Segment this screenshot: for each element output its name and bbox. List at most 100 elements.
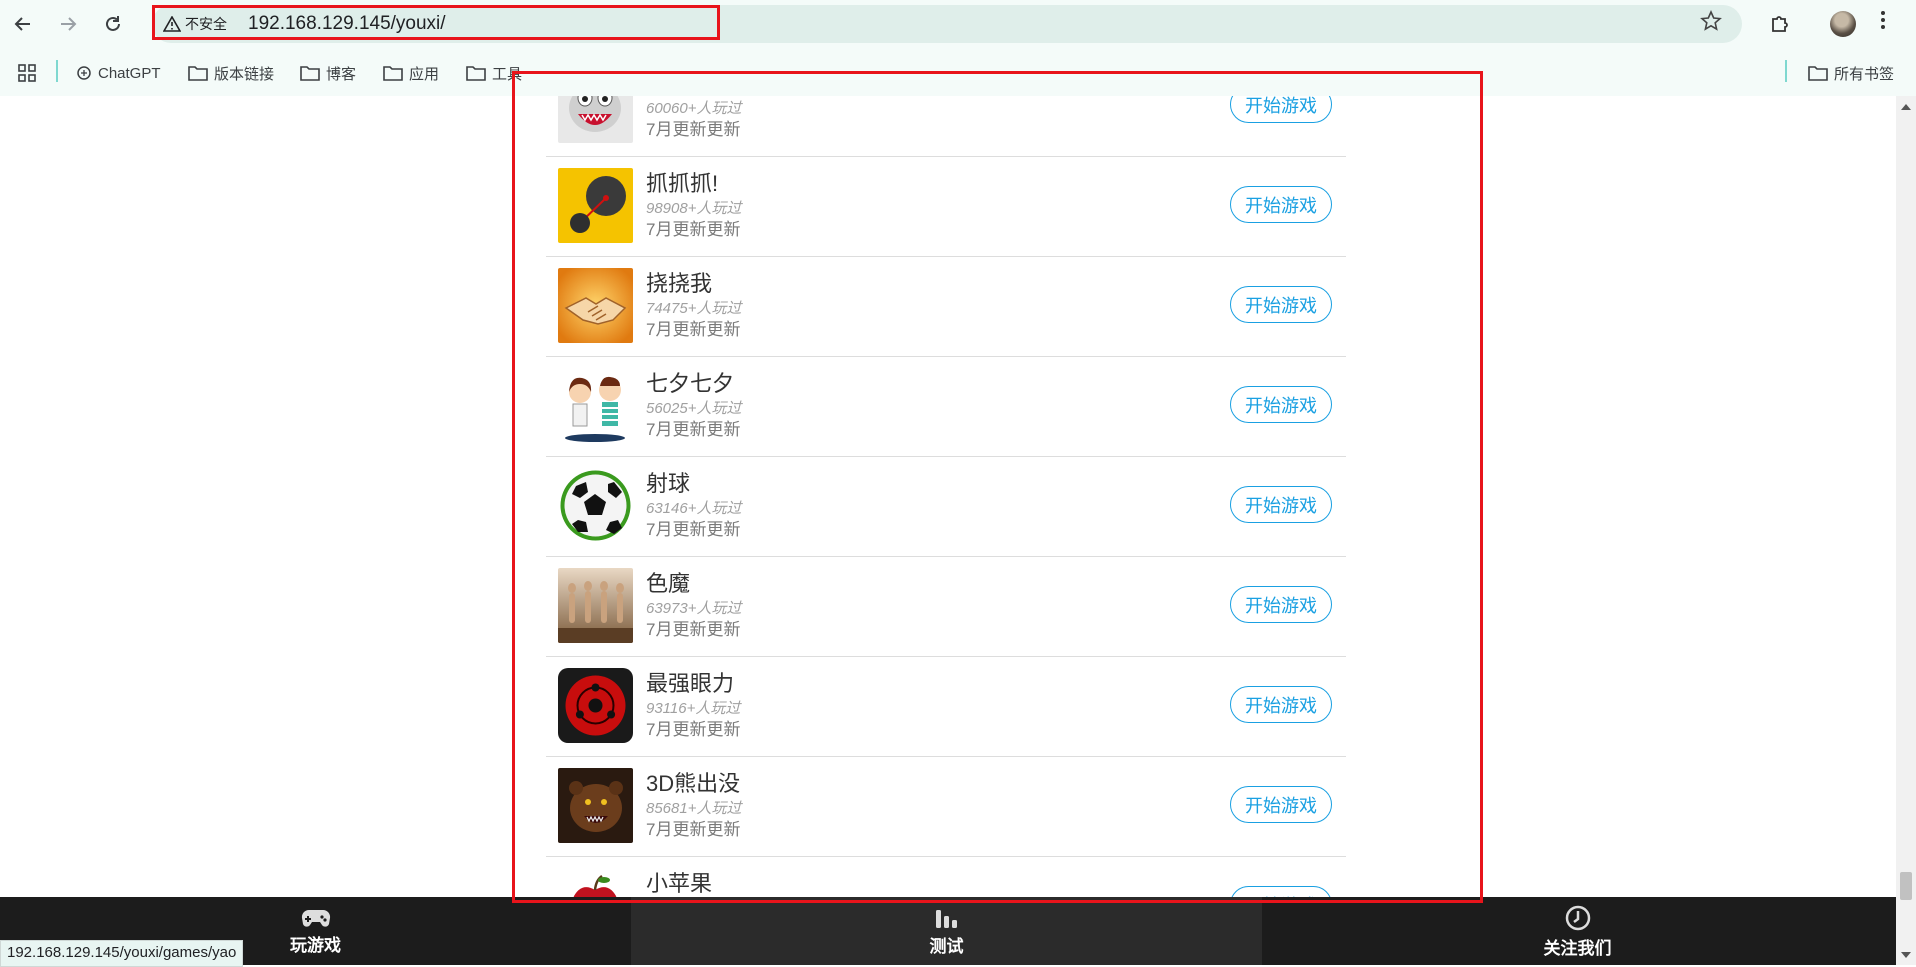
sharingan-eye-icon — [558, 668, 633, 743]
star-icon — [1700, 10, 1722, 31]
game-update-note: 7月更新更新 — [646, 120, 741, 139]
bookmark-folder-apps[interactable]: 应用 — [383, 62, 439, 84]
game-row[interactable]: 射球 63146+人玩过 7月更新更新 开始游戏 — [546, 456, 1346, 557]
scroll-up-arrow-icon[interactable] — [1901, 104, 1911, 110]
url-highlight-box — [152, 5, 720, 40]
game-title: 最强眼力 — [646, 671, 735, 696]
game-thumbnail[interactable] — [558, 868, 633, 897]
arrow-right-icon — [61, 17, 77, 31]
folder-icon — [300, 66, 320, 81]
game-title: 抓抓抓! — [646, 171, 719, 196]
game-update-note: 7月更新更新 — [646, 720, 741, 739]
handshake-icon — [558, 268, 633, 343]
game-row[interactable]: 挠挠我 74475+人玩过 7月更新更新 开始游戏 — [546, 256, 1346, 357]
apple-icon — [558, 868, 633, 897]
start-game-button[interactable]: 开始游戏 — [1230, 586, 1332, 623]
tab-follow-us[interactable]: 关注我们 — [1262, 897, 1893, 965]
status-bar-url: 192.168.129.145/youxi/games/yao — [0, 940, 244, 967]
reload-button[interactable] — [99, 10, 127, 38]
start-game-button[interactable]: 开始游戏 — [1230, 886, 1332, 897]
tab-label: 关注我们 — [1543, 938, 1612, 958]
back-button[interactable] — [9, 10, 37, 38]
bookmark-chatgpt[interactable]: ChatGPT — [76, 62, 161, 84]
game-update-note: 7月更新更新 — [646, 520, 741, 539]
scroll-down-arrow-icon[interactable] — [1901, 952, 1911, 958]
start-game-button[interactable]: 开始游戏 — [1230, 286, 1332, 323]
game-list: 60060+人玩过 7月更新更新 开始游戏 抓抓抓! 98908+人玩过 7月更… — [546, 96, 1346, 897]
game-play-count: 56025+人玩过 — [646, 400, 742, 417]
folder-icon — [1808, 66, 1828, 81]
bookmark-label: 版本链接 — [214, 65, 275, 83]
start-game-button[interactable]: 开始游戏 — [1230, 686, 1332, 723]
profile-avatar[interactable] — [1830, 11, 1856, 37]
browser-toolbar: 不安全 192.168.129.145/youxi/ — [0, 0, 1916, 48]
game-play-count: 74475+人玩过 — [646, 300, 742, 317]
bookmark-label: 应用 — [409, 65, 440, 83]
game-row[interactable]: 小苹果 开始游戏 — [546, 856, 1346, 897]
start-game-button[interactable]: 开始游戏 — [1230, 96, 1332, 123]
apps-grid-icon — [18, 64, 36, 82]
start-game-button[interactable]: 开始游戏 — [1230, 386, 1332, 423]
bookmark-star-button[interactable] — [1700, 10, 1722, 38]
game-thumbnail[interactable] — [558, 96, 633, 143]
browser-menu-button[interactable] — [1880, 9, 1886, 37]
start-game-button[interactable]: 开始游戏 — [1230, 786, 1332, 823]
bookmark-label: ChatGPT — [98, 64, 161, 82]
game-thumbnail[interactable] — [558, 268, 633, 343]
game-play-count: 98908+人玩过 — [646, 200, 742, 217]
game-row[interactable]: 七夕七夕 56025+人玩过 7月更新更新 开始游戏 — [546, 356, 1346, 457]
game-thumbnail[interactable] — [558, 368, 633, 443]
gamepad-icon — [301, 909, 330, 927]
game-row[interactable]: 色魔 63973+人玩过 7月更新更新 开始游戏 — [546, 556, 1346, 657]
game-thumbnail[interactable] — [558, 468, 633, 543]
bookmark-folder-blog[interactable]: 博客 — [300, 62, 356, 84]
reload-icon — [106, 16, 120, 31]
bear-icon — [558, 768, 633, 843]
start-game-button[interactable]: 开始游戏 — [1230, 486, 1332, 523]
game-thumbnail[interactable] — [558, 768, 633, 843]
game-row[interactable]: 60060+人玩过 7月更新更新 开始游戏 — [546, 96, 1346, 157]
bookmarks-bar: ChatGPT 版本链接 博客 应用 工具 所有书签 — [0, 48, 1916, 96]
game-play-count: 63973+人玩过 — [646, 600, 742, 617]
extensions-button[interactable] — [1766, 10, 1794, 38]
all-bookmarks-button[interactable]: 所有书签 — [1808, 62, 1894, 84]
bookmark-label: 工具 — [492, 65, 523, 83]
bookmark-label: 博客 — [326, 65, 357, 83]
forward-button[interactable] — [54, 10, 82, 38]
folder-icon — [383, 66, 403, 81]
game-title: 七夕七夕 — [646, 371, 735, 396]
bottom-tab-bar: 玩游戏 测试 关注我们 — [0, 897, 1896, 965]
bookmark-separator — [56, 60, 58, 82]
game-title: 3D熊出没 — [646, 771, 741, 796]
bookmark-folder-versions[interactable]: 版本链接 — [188, 62, 274, 84]
apps-button[interactable] — [18, 62, 36, 84]
bookmark-separator — [1785, 60, 1787, 82]
game-title: 小苹果 — [646, 871, 713, 896]
game-row[interactable]: 抓抓抓! 98908+人玩过 7月更新更新 开始游戏 — [546, 156, 1346, 257]
game-thumbnail[interactable] — [558, 668, 633, 743]
game-thumbnail[interactable] — [558, 568, 633, 643]
arrow-left-icon — [14, 17, 30, 31]
game-play-count: 63146+人玩过 — [646, 500, 742, 517]
game-row[interactable]: 最强眼力 93116+人玩过 7月更新更新 开始游戏 — [546, 656, 1346, 757]
game-update-note: 7月更新更新 — [646, 820, 741, 839]
game-title: 色魔 — [646, 571, 691, 596]
grab-icon — [558, 168, 633, 243]
game-play-count: 60060+人玩过 — [646, 100, 742, 117]
start-game-button[interactable]: 开始游戏 — [1230, 186, 1332, 223]
tab-test[interactable]: 测试 — [631, 897, 1262, 965]
bookmark-folder-tools[interactable]: 工具 — [466, 62, 522, 84]
soccer-ball-icon — [558, 468, 633, 543]
scrollbar-thumb[interactable] — [1900, 872, 1912, 900]
game-title: 射球 — [646, 471, 691, 496]
game-title: 挠挠我 — [646, 271, 713, 296]
game-update-note: 7月更新更新 — [646, 620, 741, 639]
game-update-note: 7月更新更新 — [646, 420, 741, 439]
all-bookmarks-label: 所有书签 — [1834, 65, 1895, 83]
game-update-note: 7月更新更新 — [646, 320, 741, 339]
page-scrollbar[interactable] — [1896, 96, 1916, 965]
tab-label: 测试 — [929, 936, 964, 956]
game-thumbnail[interactable] — [558, 168, 633, 243]
game-play-count: 85681+人玩过 — [646, 800, 742, 817]
game-row[interactable]: 3D熊出没 85681+人玩过 7月更新更新 开始游戏 — [546, 756, 1346, 857]
